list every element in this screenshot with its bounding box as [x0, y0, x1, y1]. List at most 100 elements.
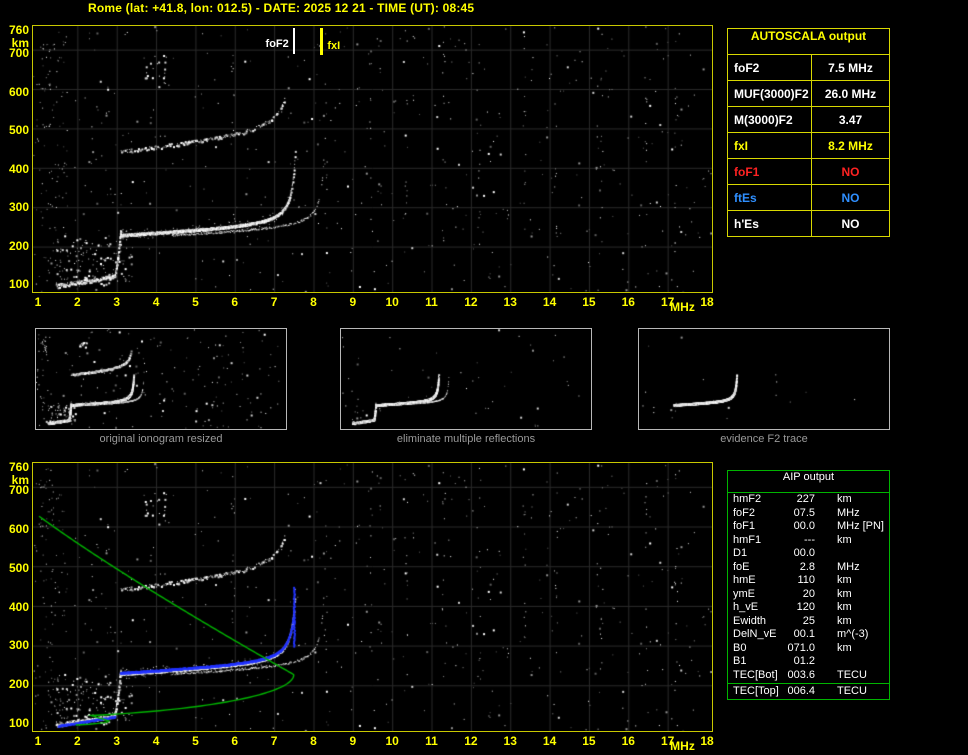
aip-param-cell: Ewidth	[733, 614, 767, 627]
x-axis-tick-label: 7	[270, 734, 278, 748]
autoscala-table-row: MUF(3000)F2 26.0 MHz	[728, 80, 889, 106]
ionogram-canvas-top	[33, 26, 712, 292]
x-axis-tick-label: 9	[349, 295, 357, 309]
param-value-cell: NO	[841, 164, 860, 179]
x-axis-tick-label: 8	[310, 295, 317, 309]
aip-table-row: foE 2.8 MHz	[728, 561, 889, 575]
param-value-cell: NO	[841, 216, 860, 231]
param-name-cell: MUF(3000)F2	[728, 81, 812, 106]
aip-table-row: DelN_vE 00.1 m^(-3)	[728, 628, 889, 642]
aip-output-table: AIP output hmF2 227 km foF2 07.5 MHz foF1 00.0 M…	[727, 470, 890, 700]
fof2-marker-label: foF2	[265, 38, 289, 50]
aip-value-cell: 227	[796, 493, 815, 505]
aip-value-cell: 00.0	[793, 520, 815, 532]
x-axis-tick-label: 10	[385, 295, 399, 309]
y-axis-tick-label: 200	[8, 677, 29, 692]
x-axis-tick-label: 15	[582, 295, 596, 309]
aip-value-cell: 00.1	[793, 628, 815, 640]
x-axis-tick-label: 4	[152, 295, 160, 309]
param-name-cell: ftEs	[728, 185, 812, 210]
aip-unit-cell: km	[837, 601, 852, 613]
aip-param-cell: hmF2	[733, 493, 762, 505]
param-name-cell: M(3000)F2	[728, 107, 812, 132]
y-axis-tick-label: 300	[8, 638, 29, 653]
x-axis-tick-label: 3	[113, 734, 121, 748]
param-value-cell: 26.0 MHz	[824, 86, 877, 101]
aip-unit-cell: MHz	[837, 520, 860, 532]
x-axis-tick-label: 13	[503, 295, 517, 309]
autoscala-table-rows: foF2 7.5 MHz MUF(3000)F2 26.0 MHz M(3000)F2 3…	[728, 54, 889, 236]
y-axis-tick-label: 400	[8, 161, 29, 176]
aip-table-row: TEC[Top] 006.4 TECU	[728, 685, 889, 699]
y-axis-tick-label: 600	[8, 84, 29, 99]
autoscala-table-row: fxI 8.2 MHz	[728, 132, 889, 158]
param-value-cell: NO	[841, 190, 860, 205]
y-axis-unit-label: km	[11, 473, 29, 487]
thumbnail-caption-reflections: eliminate multiple reflections	[396, 433, 536, 445]
x-axis-tick-label: 5	[192, 734, 199, 748]
aip-param-cell: D1	[733, 547, 748, 559]
aip-table-row: foF1 00.0 MHz [PN]	[728, 520, 889, 534]
param-value-cell: 3.47	[838, 112, 863, 127]
aip-param-cell: h_vE	[733, 601, 759, 613]
x-axis-tick-label: 6	[231, 295, 239, 309]
aip-param-cell: foE	[733, 560, 750, 573]
aip-value-cell: 071.0	[787, 641, 815, 654]
aip-unit-cell: km	[837, 641, 852, 654]
param-value-cell: 8.2 MHz	[828, 138, 873, 153]
autoscala-app-window: Rome (lat: +41.8, lon: 012.5) - DATE: 20…	[0, 0, 968, 755]
aip-value-cell: 01.2	[793, 655, 815, 667]
aip-value-cell: ---	[804, 533, 815, 546]
aip-param-cell: hmE	[733, 574, 756, 586]
aip-table-row: foF2 07.5 MHz	[728, 507, 889, 521]
aip-value-cell: 07.5	[793, 506, 815, 519]
aip-param-cell: hmF1	[733, 533, 762, 546]
y-axis-tick-label: 200	[8, 238, 29, 253]
aip-value-cell: 25	[802, 614, 815, 627]
x-axis-tick-label: 14	[542, 295, 557, 309]
y-axis-unit-label: km	[11, 36, 29, 50]
aip-table-row: ymE 20 km	[728, 588, 889, 602]
aip-unit-cell: TECU	[837, 685, 867, 697]
aip-unit-cell: km	[837, 493, 852, 505]
autoscala-table-row: h'Es NO	[728, 210, 889, 236]
autoscala-table-title: AUTOSCALA output	[750, 29, 867, 43]
x-axis-tick-label: 11	[425, 295, 438, 309]
aip-value-cell: 2.8	[799, 560, 815, 573]
aip-unit-cell: m^(-3)	[837, 628, 869, 640]
thumbnail-caption-original: original ionogram resized	[99, 433, 223, 445]
x-axis-tick-label: 7	[270, 295, 278, 309]
x-axis-tick-label: 4	[152, 734, 160, 748]
aip-param-cell: ymE	[733, 587, 755, 600]
x-axis-tick-label: 2	[74, 295, 81, 309]
aip-table-rows: hmF2 227 km foF2 07.5 MHz foF1 00.0 MHz [PN] hmF1-…	[728, 493, 889, 699]
aip-value-cell: 00.0	[793, 547, 815, 559]
thumbnail-canvas-original	[36, 329, 286, 429]
x-axis-tick-label: 1	[34, 734, 42, 748]
autoscala-output-table: AUTOSCALA output foF2 7.5 MHz MUF(3000)F2 2…	[727, 28, 890, 237]
ionogram-plot-bottom	[32, 462, 713, 732]
y-axis-tick-label: 100	[8, 277, 29, 291]
x-axis-tick-label: 5	[192, 295, 199, 309]
aip-unit-cell: MHz	[837, 560, 860, 573]
aip-table-row: hmF2 227 km	[728, 493, 889, 507]
aip-table-divider	[728, 683, 889, 684]
x-axis-tick-label: 9	[349, 734, 357, 748]
y-axis-tick-label: 300	[8, 200, 29, 215]
x-axis-tick-label: 11	[425, 734, 438, 748]
thumbnail-f2-trace	[638, 328, 890, 430]
y-axis-tick-label: 400	[8, 599, 29, 614]
x-axis-tick-label: 3	[113, 295, 121, 309]
aip-table-row: hmE 110 km	[728, 574, 889, 588]
aip-table-row: Ewidth 25 km	[728, 615, 889, 629]
aip-table-row: TEC[Bot] 003.6 TECU	[728, 669, 889, 683]
aip-param-cell: foF1	[733, 520, 756, 532]
x-axis-tick-label: 12	[464, 295, 478, 309]
x-axis-tick-label: 14	[542, 734, 557, 748]
thumbnail-caption-f2trace: evidence F2 trace	[720, 433, 808, 445]
x-axis-unit-label: MHz	[670, 300, 695, 314]
aip-param-cell: B0	[733, 641, 747, 654]
aip-unit-cell: km	[837, 587, 852, 600]
aip-param-cell: TEC[Bot]	[733, 668, 778, 681]
x-axis-tick-label: 12	[464, 734, 478, 748]
